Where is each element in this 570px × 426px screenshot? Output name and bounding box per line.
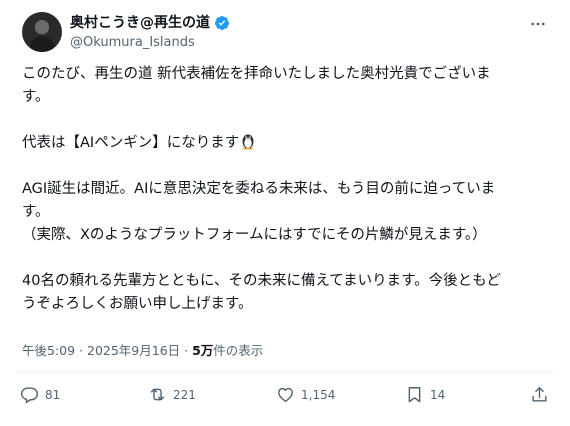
bookmark-icon bbox=[408, 387, 421, 403]
reply-icon bbox=[20, 387, 39, 404]
repost-icon bbox=[150, 388, 165, 401]
meta-separator: · bbox=[180, 343, 193, 358]
post-date[interactable]: 2025年9月16日 bbox=[87, 343, 180, 358]
post-time[interactable]: 午後5:09 bbox=[22, 343, 75, 358]
reply-count: 81 bbox=[45, 387, 61, 402]
share-icon bbox=[532, 387, 547, 402]
author-name[interactable]: 奥村こうき@再生の道 bbox=[70, 14, 210, 32]
like-button[interactable]: 1,154 bbox=[276, 385, 335, 404]
post-line: うぞよろしくお願い申し上げます。 bbox=[22, 296, 253, 312]
repost-button[interactable]: 221 bbox=[148, 385, 196, 404]
post-line: す。 bbox=[22, 204, 50, 220]
view-count: 5万 bbox=[192, 343, 214, 358]
post-line: AGI誕生は間近。AIに意思決定を委ねる未来は、もう目の前に迫っていま bbox=[22, 181, 496, 197]
action-bar: 81 221 1,154 14 bbox=[20, 385, 550, 409]
like-icon bbox=[278, 387, 293, 402]
view-label: 件の表示 bbox=[213, 343, 264, 358]
post-line: 40名の頼れる先輩方とともに、その未来に備えてまいります。今後ともど bbox=[22, 273, 501, 289]
post-line: す。 bbox=[22, 89, 50, 105]
meta-separator: · bbox=[75, 343, 87, 358]
share-button[interactable] bbox=[530, 385, 549, 404]
repost-count: 221 bbox=[173, 387, 196, 402]
post-line-text: 代表は【AIペンギン】になります bbox=[22, 135, 240, 151]
divider bbox=[16, 372, 554, 373]
verified-badge-icon bbox=[215, 16, 230, 30]
like-count: 1,154 bbox=[301, 387, 336, 402]
post-line: （実際、Xのようなプラットフォームにはすでにその片鱗が見えます。） bbox=[22, 227, 487, 243]
bookmark-button[interactable]: 14 bbox=[405, 385, 445, 404]
bookmark-count: 14 bbox=[430, 387, 446, 402]
post-meta: 午後5:09 · 2025年9月16日 · 5万件の表示 bbox=[22, 340, 263, 359]
avatar[interactable] bbox=[22, 12, 62, 52]
post-text: このたび、再生の道 新代表補佐を拝命いたしました奥村光貴でございま す。 代表は… bbox=[22, 63, 548, 316]
post-line: 代表は【AIペンギン】になります bbox=[22, 132, 548, 155]
reply-button[interactable]: 81 bbox=[20, 385, 60, 404]
penguin-emoji bbox=[242, 134, 254, 150]
author-name-row: 奥村こうき@再生の道 bbox=[70, 14, 230, 32]
post-header: 奥村こうき@再生の道 @Okumura_Islands bbox=[16, 12, 556, 56]
author-handle[interactable]: @Okumura_Islands bbox=[70, 34, 195, 51]
post-line: このたび、再生の道 新代表補佐を拝命いたしました奥村光貴でございま bbox=[22, 66, 491, 82]
more-icon[interactable] bbox=[526, 14, 550, 34]
